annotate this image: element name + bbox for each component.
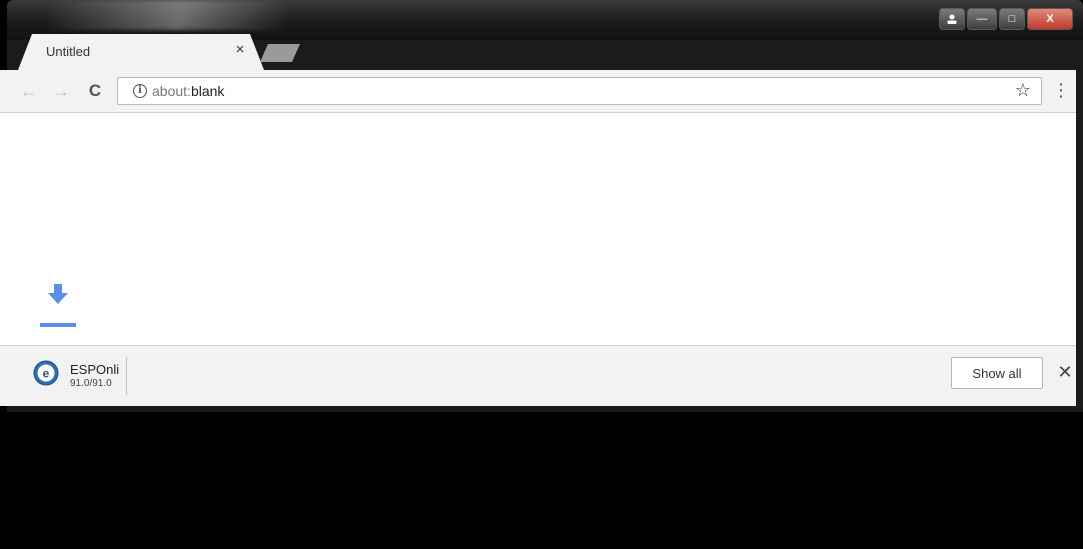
window-caption-buttons: — □ X bbox=[939, 8, 1073, 32]
download-file-name[interactable]: ESPOnli bbox=[70, 362, 125, 377]
info-icon[interactable]: i bbox=[133, 84, 147, 98]
back-button[interactable]: ← bbox=[18, 80, 40, 102]
tab-close-icon[interactable]: × bbox=[232, 42, 248, 58]
bookmark-star-icon[interactable]: ☆ bbox=[1013, 80, 1033, 101]
tab-title: Untitled bbox=[46, 44, 91, 59]
download-progress: 91.0/91.0 bbox=[70, 378, 112, 389]
reload-button[interactable]: C bbox=[84, 80, 106, 102]
address-bar[interactable] bbox=[117, 77, 1042, 105]
download-item-divider bbox=[126, 357, 127, 395]
minimize-button[interactable]: — bbox=[967, 8, 997, 30]
url-scheme: about: bbox=[152, 83, 191, 99]
download-shelf bbox=[0, 345, 1076, 406]
frame-highlight bbox=[47, 0, 287, 30]
file-app-icon[interactable]: e bbox=[33, 360, 59, 386]
url-path: blank bbox=[190, 83, 225, 99]
page-content bbox=[0, 113, 1076, 345]
close-shelf-icon[interactable]: ✕ bbox=[1055, 362, 1075, 382]
profile-icon[interactable] bbox=[939, 8, 965, 30]
url-text[interactable]: about:blank bbox=[152, 83, 224, 99]
close-window-button[interactable]: X bbox=[1027, 8, 1073, 30]
show-all-button[interactable]: Show all bbox=[951, 357, 1043, 389]
svg-text:e: e bbox=[43, 367, 50, 381]
download-arrow-icon bbox=[40, 284, 76, 327]
forward-button[interactable]: → bbox=[50, 80, 72, 102]
maximize-button[interactable]: □ bbox=[999, 8, 1025, 30]
menu-icon[interactable]: ⋮ bbox=[1052, 80, 1070, 100]
